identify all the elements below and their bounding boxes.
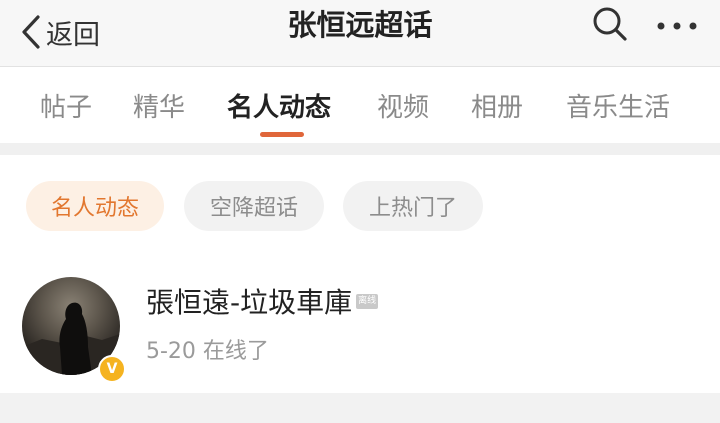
search-icon [591, 6, 629, 46]
bottom-divider [0, 393, 720, 423]
section-divider [0, 143, 720, 155]
more-button[interactable] [656, 8, 698, 44]
filter-chip-airdrop[interactable]: 空降超话 [184, 181, 324, 231]
filter-chip-trending[interactable]: 上热门了 [343, 181, 483, 231]
filter-chip-celebrity-updates[interactable]: 名人动态 [26, 181, 164, 231]
search-button[interactable] [590, 6, 630, 46]
online-status-text: 5-20 在线了 [146, 339, 269, 364]
tab-music-life[interactable]: 音乐生活 [566, 87, 670, 124]
tab-bar: 帖子 精华 名人动态 视频 相册 音乐生活 [0, 67, 720, 143]
content-panel: 名人动态 空降超话 上热门了 V 張恒遠-垃圾車庫 离线 5-20 在线了 [0, 155, 720, 393]
user-name: 張恒遠-垃圾車庫 [146, 286, 353, 319]
tab-featured[interactable]: 精华 [133, 87, 185, 124]
status-badge: 离线 [356, 293, 379, 309]
user-list-item[interactable]: V 張恒遠-垃圾車庫 离线 5-20 在线了 [0, 273, 720, 383]
tab-videos[interactable]: 视频 [377, 87, 429, 124]
verified-badge-icon: V [98, 355, 126, 383]
tab-celebrity-updates[interactable]: 名人动态 [227, 87, 331, 124]
tab-albums[interactable]: 相册 [471, 87, 523, 124]
user-name-row: 張恒遠-垃圾車庫 离线 [146, 281, 379, 321]
active-tab-indicator [260, 132, 304, 137]
top-navbar: 返回 张恒远超话 [0, 0, 720, 67]
more-icon [656, 17, 698, 36]
tab-posts[interactable]: 帖子 [40, 87, 92, 124]
